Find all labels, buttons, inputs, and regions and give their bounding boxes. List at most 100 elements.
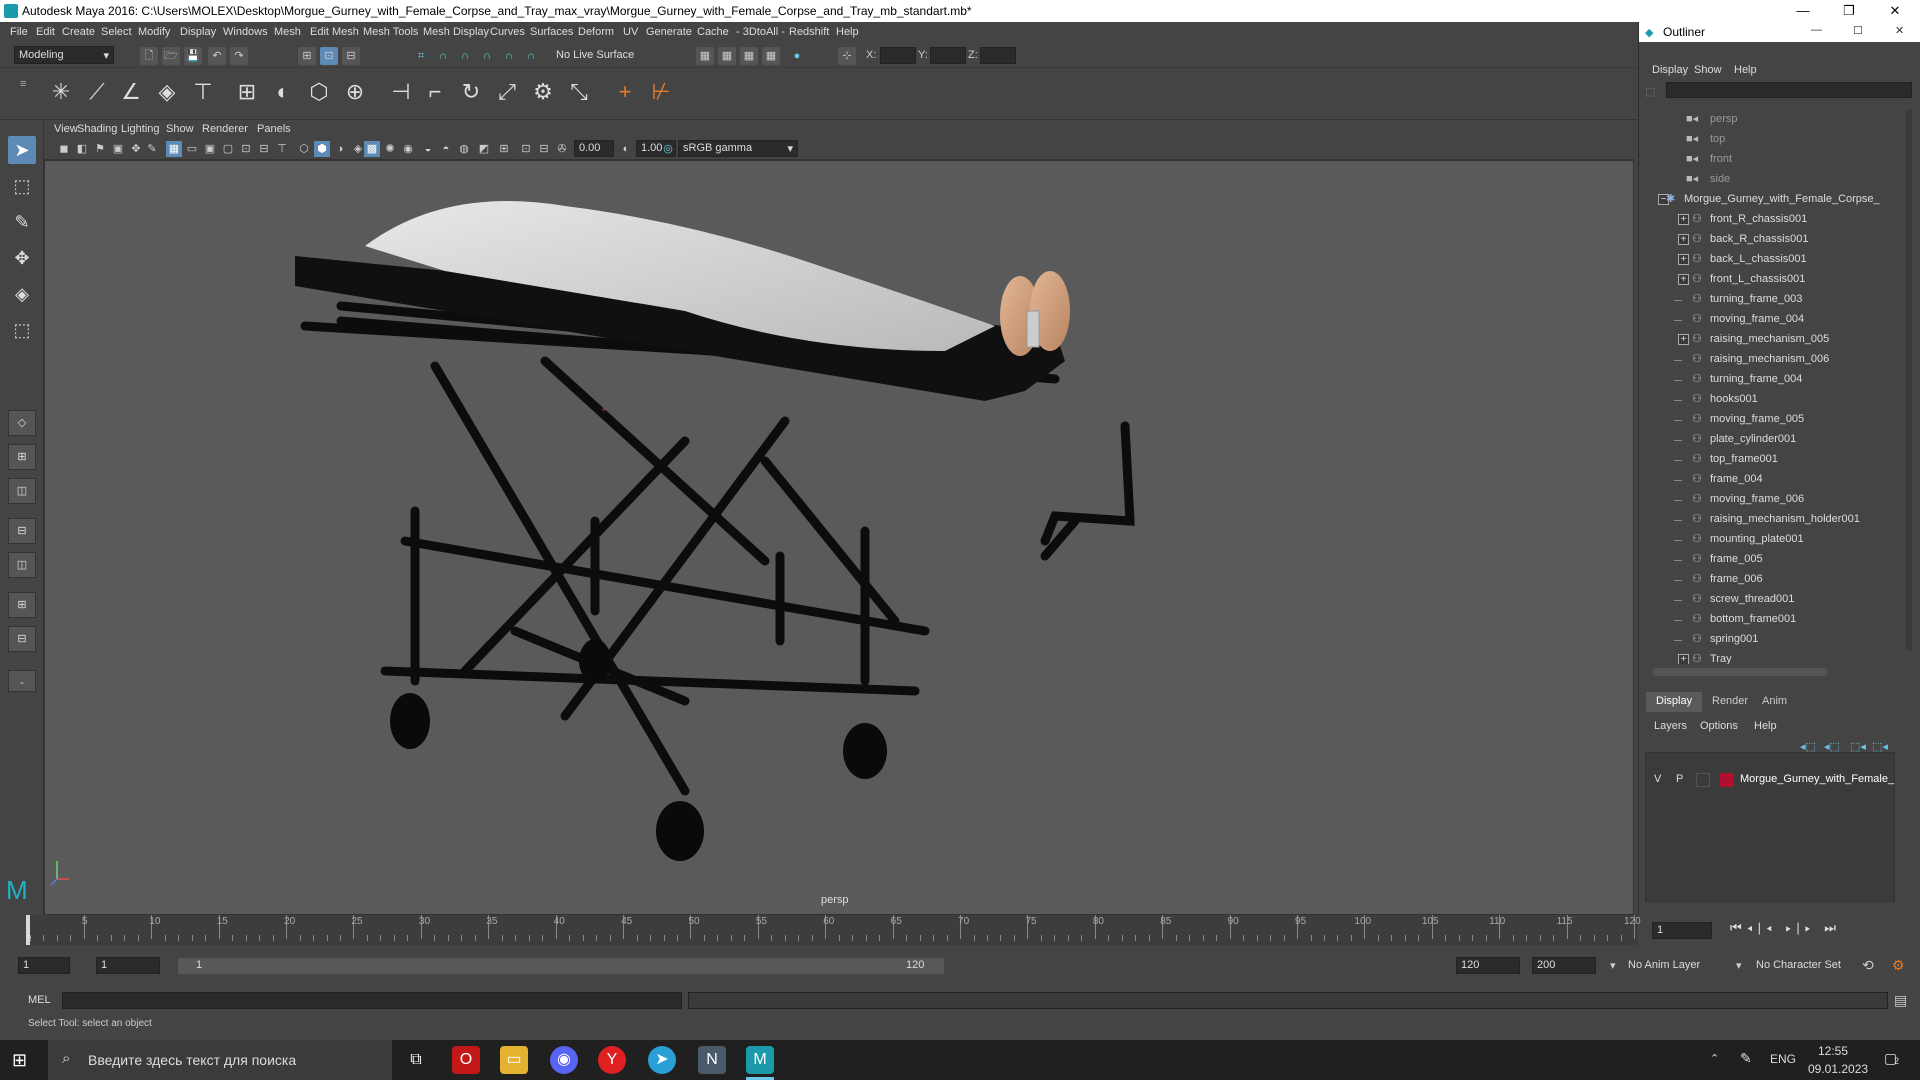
safe-action-icon[interactable]: ⊟ [256, 141, 272, 157]
snap-surface-icon[interactable]: ∩ [500, 47, 518, 65]
layer-menu-help[interactable]: Help [1754, 720, 1777, 732]
menu-item-mesh-tools[interactable]: Mesh Tools [363, 26, 418, 38]
new-scene-icon[interactable]: 🗋 [140, 47, 158, 65]
expand-icon[interactable]: + [1678, 274, 1689, 285]
menu-item-create[interactable]: Create [62, 26, 95, 38]
outliner-item[interactable]: ⚇ hooks001 [1640, 390, 1898, 410]
render-frame-icon[interactable]: ▦ [718, 47, 736, 65]
maximize-button[interactable]: ❐ [1826, 0, 1872, 22]
outliner-item[interactable]: ⚇ frame_004 [1640, 470, 1898, 490]
x-field[interactable] [880, 47, 916, 64]
outliner-item[interactable]: ⚇ turning_frame_004 [1640, 370, 1898, 390]
image-plane-icon[interactable]: ▣ [110, 141, 126, 157]
snap-point-icon[interactable]: ∩ [456, 47, 474, 65]
playback-controls[interactable]: ⏮◂|◂ ▸|▸ ⏭ [1730, 920, 1841, 936]
notepad-icon[interactable]: N [698, 1046, 726, 1074]
select-hierarchy-icon[interactable]: ⊞ [298, 47, 316, 65]
hypershade-icon[interactable]: ● [788, 47, 806, 65]
outliner-search-input[interactable] [1666, 82, 1912, 98]
opera-icon[interactable]: O [452, 1046, 480, 1074]
camera-select-icon[interactable]: ◼ [56, 141, 72, 157]
lasso-tool-icon[interactable]: ⬚ [8, 172, 36, 200]
script-editor-icon[interactable]: ▤ [1894, 992, 1907, 1009]
constraint-orient-icon[interactable]: ↻ [456, 77, 486, 107]
menu-item-file[interactable]: File [10, 26, 28, 38]
time-ruler[interactable]: 5 10 15 20 25 30 35 40 45 50 55 60 65 70 75 80 85 90 95 100… [26, 915, 1641, 945]
locator-icon[interactable]: + [610, 77, 640, 107]
outliner-item[interactable]: + ⚇ raising_mechanism_005 [1640, 330, 1898, 350]
color-space-dropdown[interactable]: sRGB gamma ▾ [678, 140, 798, 157]
resolution-gate-icon[interactable]: ▣ [202, 141, 218, 157]
menu-item-redshift[interactable]: Redshift [789, 26, 829, 38]
snap-curve-icon[interactable]: ∩ [434, 47, 452, 65]
menu-item-cache[interactable]: Cache [697, 26, 729, 38]
outliner-menu-display[interactable]: Display [1652, 64, 1688, 76]
layer-playback-toggle[interactable]: P [1676, 773, 1683, 785]
expand-icon[interactable]: + [1678, 254, 1689, 265]
outliner-layout-button[interactable]: ◫ [8, 552, 36, 578]
anim-start-field[interactable]: 1 [18, 957, 70, 974]
more-layouts-button[interactable]: - [8, 670, 36, 692]
single-view-layout-button[interactable]: ◇ [8, 410, 36, 436]
undo-icon[interactable]: ↶ [208, 47, 226, 65]
ik-spline-icon[interactable]: ∠ [116, 77, 146, 107]
bookmark-icon[interactable]: ⚑ [92, 141, 108, 157]
outliner-item[interactable]: ⚇ turning_frame_003 [1640, 290, 1898, 310]
graph-layout-button[interactable]: ⊞ [8, 592, 36, 618]
constraint-scale-icon[interactable]: ⤢ [492, 77, 522, 107]
outliner-item[interactable]: ■◂ side [1640, 170, 1898, 190]
windows-start-icon[interactable]: ⊞ [12, 1050, 27, 1071]
layer-tab-display[interactable]: Display [1646, 692, 1703, 712]
menu-item-modify[interactable]: Modify [138, 26, 170, 38]
render-layout-button[interactable]: ⊟ [8, 626, 36, 652]
lattice-icon[interactable]: ⬡ [304, 77, 334, 107]
wireframe-icon[interactable]: ⬡ [296, 141, 312, 157]
yandex-browser-icon[interactable]: Y [598, 1046, 626, 1074]
menu-item-help[interactable]: Help [836, 26, 859, 38]
anim-prefs-icon[interactable]: ⚙ [1892, 957, 1905, 974]
anim-layer-dropdown[interactable]: No Anim Layer [1628, 959, 1700, 971]
auto-key-icon[interactable]: ⟲ [1862, 957, 1874, 974]
maya-taskbar-icon[interactable]: M [746, 1046, 774, 1074]
panel-menu-shading[interactable]: Shading [77, 123, 117, 135]
camera-attributes-icon[interactable]: ◧ [74, 141, 90, 157]
xray-joints-icon[interactable]: ⊡ [518, 141, 534, 157]
select-object-icon[interactable]: ⊡ [320, 47, 338, 65]
clock-date[interactable]: 09.01.2023 [1808, 1062, 1868, 1076]
y-field[interactable] [930, 47, 966, 64]
mirror-joint-icon[interactable]: ⊤ [188, 77, 218, 107]
outliner-item[interactable]: ⚇ raising_mechanism_holder001 [1640, 510, 1898, 530]
constraint-parent-icon[interactable]: ⚙ [528, 77, 558, 107]
outliner-menu-help[interactable]: Help [1734, 64, 1757, 76]
outliner-maximize-button[interactable]: ☐ [1853, 24, 1863, 37]
menu-item-generate[interactable]: Generate [646, 26, 692, 38]
gamma-icon[interactable]: ◐ [618, 141, 634, 157]
close-button[interactable]: ✕ [1872, 0, 1918, 22]
select-tool-icon[interactable]: ➤ [8, 136, 36, 164]
paint-select-icon[interactable]: ✎ [8, 208, 36, 236]
field-chart-icon[interactable]: ⊡ [238, 141, 254, 157]
task-view-icon[interactable]: ⧉ [402, 1046, 430, 1074]
exposure-field[interactable]: 0.00 [574, 140, 614, 157]
layer-menu-options[interactable]: Options [1700, 720, 1738, 732]
menu-item-display[interactable]: Display [180, 26, 216, 38]
cluster-icon[interactable]: ⊕ [340, 77, 370, 107]
render-view-icon[interactable]: ▦ [696, 47, 714, 65]
layer-visibility-toggle[interactable]: V [1654, 773, 1661, 785]
mel-input[interactable] [62, 992, 682, 1009]
layer-row[interactable]: V P Morgue_Gurney_with_Female_ [1646, 771, 1894, 789]
color-management-icon[interactable]: ◎ [660, 141, 676, 157]
shelf-menu-icon[interactable]: ≡ [20, 78, 26, 90]
viewport-persp[interactable]: + persp [44, 160, 1634, 915]
outliner-item[interactable]: ⚇ mounting_plate001 [1640, 530, 1898, 550]
transform-mode-icon[interactable]: ⊹ [838, 47, 856, 65]
outliner-item[interactable]: ⚇ moving_frame_005 [1640, 410, 1898, 430]
playback-end-field[interactable]: 120 [1456, 957, 1520, 974]
ipr-render-icon[interactable]: ▦ [740, 47, 758, 65]
outliner-item[interactable]: ⚇ moving_frame_004 [1640, 310, 1898, 330]
xray-components-icon[interactable]: ⊟ [536, 141, 552, 157]
stacked-layout-button[interactable]: ⊟ [8, 518, 36, 544]
menu-item-3dtoall[interactable]: - 3DtoAll - [736, 26, 785, 38]
move-tool-icon[interactable]: ✥ [8, 244, 36, 272]
outliner-item[interactable]: ⚇ top_frame001 [1640, 450, 1898, 470]
